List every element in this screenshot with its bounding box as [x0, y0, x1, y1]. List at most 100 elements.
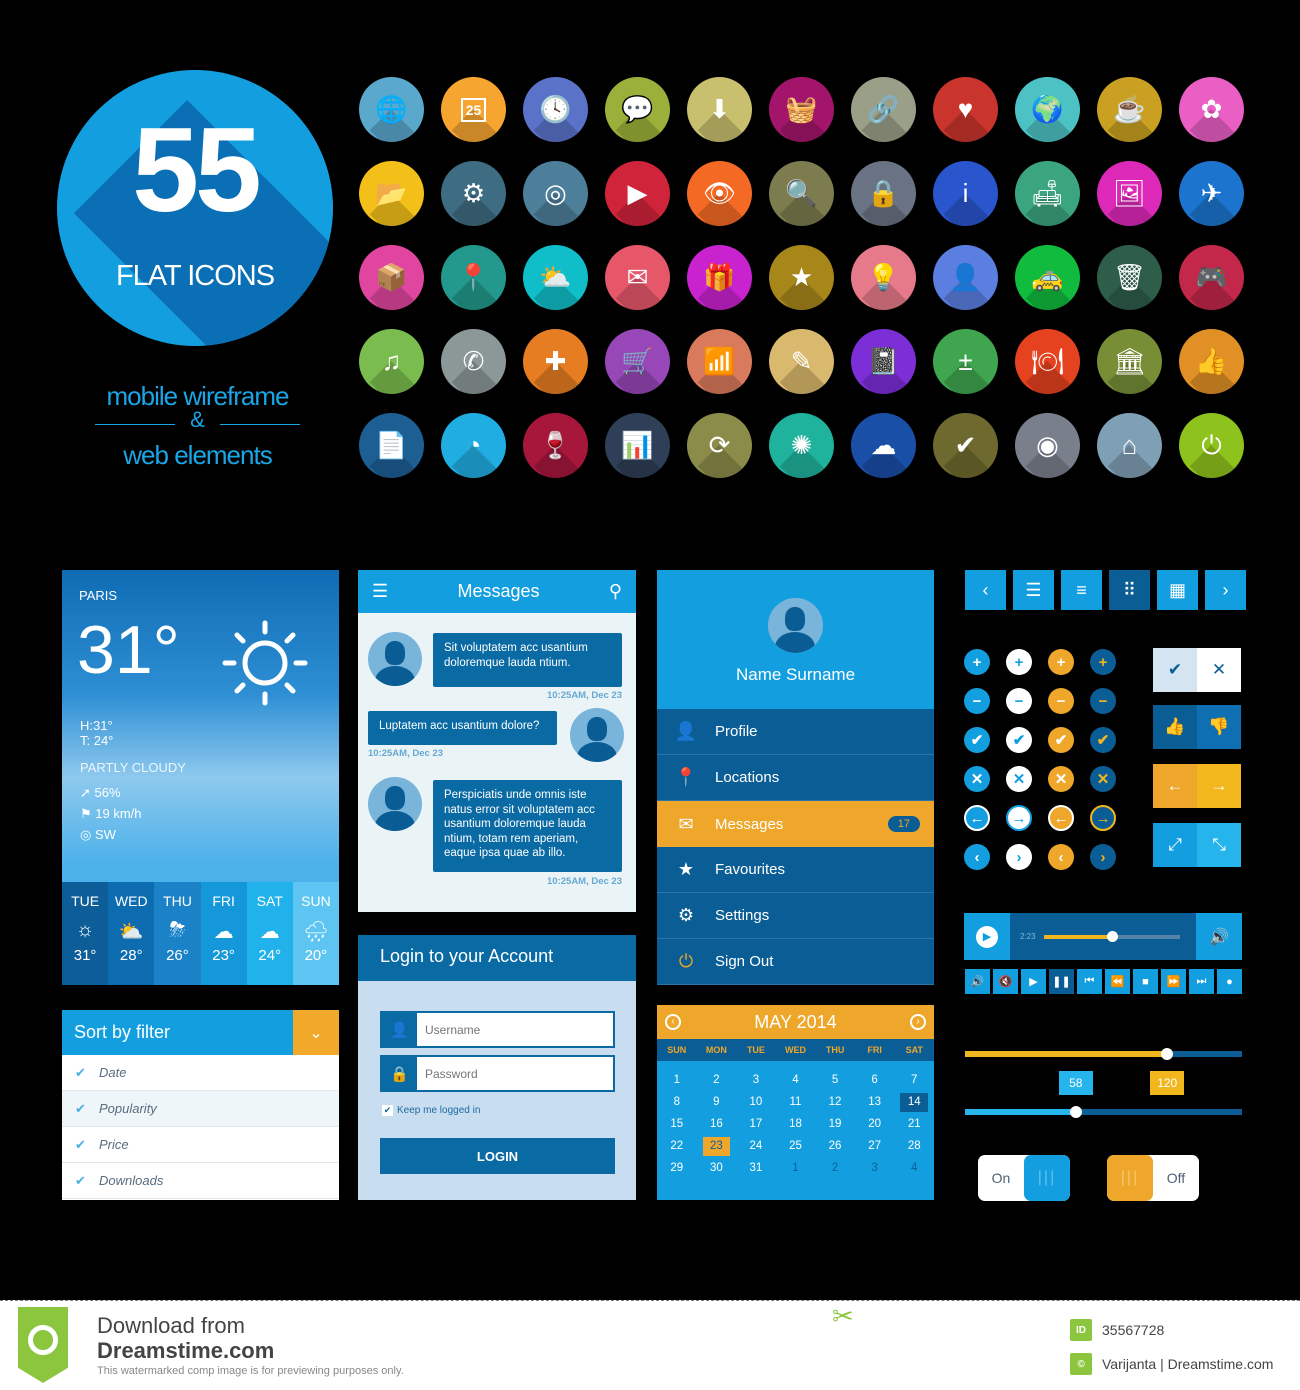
icon-button[interactable]: 📓	[851, 329, 916, 394]
calendar-day[interactable]: 22	[657, 1137, 697, 1156]
icon-button[interactable]: ◉	[1015, 413, 1080, 478]
icon-button[interactable]: ±	[933, 329, 998, 394]
icon-button[interactable]: 📦	[359, 245, 424, 310]
calendar-day[interactable]: 29	[657, 1159, 697, 1178]
icon-button[interactable]: ✚	[523, 329, 588, 394]
round-button[interactable]: −	[1090, 688, 1116, 714]
toggle-knob[interactable]: |||	[1024, 1155, 1070, 1201]
icon-button[interactable]: 📍	[441, 245, 506, 310]
menu-item-profile[interactable]: 👤 Profile	[657, 709, 934, 755]
close-icon[interactable]: ✕	[1197, 648, 1241, 692]
icon-button[interactable]: 🌍	[1015, 77, 1080, 142]
icon-button[interactable]: 🎮	[1179, 245, 1244, 310]
keep-logged-in[interactable]: ✔ Keep me logged in	[382, 1105, 480, 1116]
round-button[interactable]: −	[1006, 688, 1032, 714]
menu-item-settings[interactable]: ⚙ Settings	[657, 893, 934, 939]
calendar-day[interactable]: 23	[702, 1137, 731, 1156]
media-button[interactable]: ■	[1133, 969, 1158, 994]
icon-button[interactable]: ▶	[605, 161, 670, 226]
round-button[interactable]: ‹	[1048, 844, 1074, 870]
icon-button[interactable]: ♫	[359, 329, 424, 394]
nav-button[interactable]: ‹	[965, 570, 1006, 610]
round-button[interactable]: ✔	[1090, 727, 1116, 753]
calendar-day[interactable]: 26	[815, 1137, 855, 1156]
calendar-day[interactable]: 21	[894, 1115, 934, 1134]
calendar-next-button[interactable]: ›	[909, 1014, 926, 1030]
slider-handle[interactable]	[1161, 1048, 1174, 1060]
icon-button[interactable]: 🛒	[605, 329, 670, 394]
calendar-day[interactable]: 20	[855, 1115, 895, 1134]
calendar-day[interactable]: 17	[736, 1115, 776, 1134]
calendar-day[interactable]: 19	[815, 1115, 855, 1134]
icon-button[interactable]: 📂	[359, 161, 424, 226]
nav-button[interactable]: ≡	[1061, 570, 1102, 610]
volume-button[interactable]: 🔊	[1196, 913, 1242, 960]
round-button[interactable]: +	[964, 649, 990, 675]
calendar-day[interactable]: 13	[855, 1093, 895, 1112]
nav-button[interactable]: ⠿	[1109, 570, 1150, 610]
icon-button[interactable]: ✆	[441, 329, 506, 394]
icon-button[interactable]: ⛅	[523, 245, 588, 310]
round-button[interactable]: −	[1048, 688, 1074, 714]
icon-button[interactable]: ⏻	[1179, 413, 1244, 478]
nav-button[interactable]: ☰	[1013, 570, 1054, 610]
calendar-day[interactable]: 24	[736, 1137, 776, 1156]
calendar-day[interactable]: 11	[776, 1093, 816, 1112]
menu-item-messages[interactable]: ✉ Messages 17	[657, 801, 934, 847]
icon-button[interactable]: ☁	[851, 413, 916, 478]
media-button[interactable]: 🔇	[993, 969, 1018, 994]
icon-button[interactable]: ◔	[441, 413, 506, 478]
round-button[interactable]: ›	[1090, 844, 1116, 870]
media-button[interactable]: ⏪	[1105, 969, 1130, 994]
menu-item-sign-out[interactable]: ⏻ Sign Out	[657, 939, 934, 985]
icon-button[interactable]: ✉	[605, 245, 670, 310]
menu-item-locations[interactable]: 📍 Locations	[657, 755, 934, 801]
nav-button[interactable]: ›	[1205, 570, 1246, 610]
calendar-day[interactable]: 27	[855, 1137, 895, 1156]
icon-button[interactable]: 🌐	[359, 77, 424, 142]
icon-button[interactable]: 🖼	[1097, 161, 1162, 226]
round-button[interactable]: +	[1006, 649, 1032, 675]
player-progress[interactable]	[1044, 930, 1180, 942]
username-input[interactable]	[417, 1013, 613, 1046]
icon-button[interactable]: ♥	[933, 77, 998, 142]
icon-button[interactable]: 🚕	[1015, 245, 1080, 310]
icon-button[interactable]: 👤	[933, 245, 998, 310]
icon-button[interactable]: ★	[769, 245, 834, 310]
icon-button[interactable]: 🎁	[687, 245, 752, 310]
icon-button[interactable]: ☕	[1097, 77, 1162, 142]
calendar-day[interactable]: 3	[855, 1159, 895, 1178]
icon-button[interactable]: 🔗	[851, 77, 916, 142]
thumbs-up-icon[interactable]: 👍	[1153, 705, 1197, 749]
calendar-day[interactable]: 15	[657, 1115, 697, 1134]
media-button[interactable]: ▶	[1021, 969, 1046, 994]
calendar-day[interactable]: 3	[736, 1071, 776, 1090]
keep-logged-in-checkbox[interactable]: ✔	[382, 1105, 393, 1116]
icon-button[interactable]: ⟳	[687, 413, 752, 478]
round-button[interactable]: ›	[1006, 844, 1032, 870]
round-button[interactable]: +	[1090, 649, 1116, 675]
icon-button[interactable]: 🍽	[1015, 329, 1080, 394]
calendar-day[interactable]: 31	[736, 1159, 776, 1178]
icon-button[interactable]: 🧺	[769, 77, 834, 142]
calendar-prev-button[interactable]: ‹	[665, 1014, 681, 1030]
icon-button[interactable]: 👍	[1179, 329, 1244, 394]
calendar-day[interactable]: 30	[697, 1159, 737, 1178]
media-button[interactable]: ⏮	[1077, 969, 1102, 994]
icon-button[interactable]: ◎	[523, 161, 588, 226]
site-link[interactable]: Dreamstime.com	[97, 1338, 274, 1364]
icon-button[interactable]: 👁	[687, 161, 752, 226]
thumbs-down-icon[interactable]: 👎	[1197, 705, 1241, 749]
round-button[interactable]: ✕	[964, 766, 990, 792]
calendar-day[interactable]: 1	[776, 1159, 816, 1178]
round-button[interactable]: +	[1048, 649, 1074, 675]
icon-button[interactable]: 🏛	[1097, 329, 1162, 394]
media-button[interactable]: ⏭	[1189, 969, 1214, 994]
calendar-day[interactable]: 4	[776, 1071, 816, 1090]
sort-option[interactable]: ✔ Popularity	[62, 1091, 339, 1127]
slider-blue[interactable]	[965, 1106, 1242, 1118]
sort-option[interactable]: ✔ Downloads	[62, 1163, 339, 1199]
calendar-day[interactable]: 28	[894, 1137, 934, 1156]
calendar-day[interactable]: 8	[657, 1093, 697, 1112]
icon-button[interactable]: ✔	[933, 413, 998, 478]
